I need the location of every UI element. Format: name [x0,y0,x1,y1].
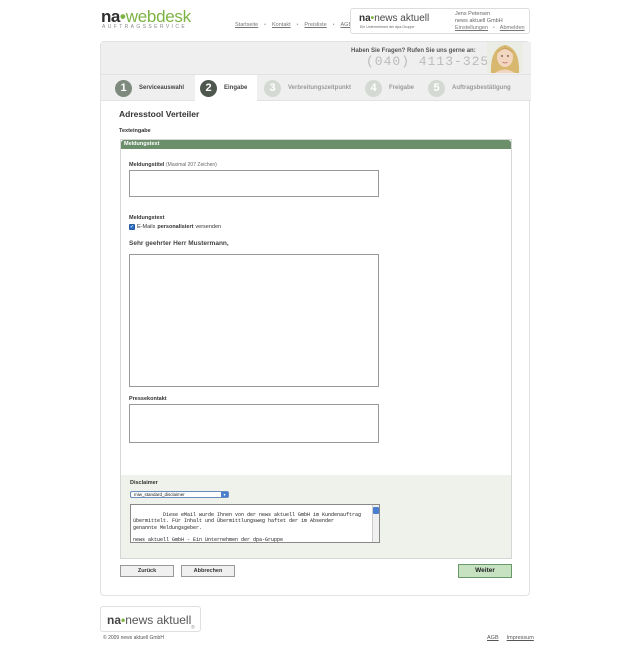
footer-links: AGB Impressum [487,635,534,641]
checkbox-label-post: versenden [195,224,222,230]
user-link-separator: • [493,25,495,31]
registered-mark: ® [191,625,195,631]
main-container: Haben Sie Fragen? Rufen Sie uns gerne an… [100,41,531,596]
user-logo-name: news aktuell [374,13,430,24]
step-eingabe: 2 Eingabe [195,75,257,101]
support-agent-photo [487,42,523,73]
disclaimer-label: Disclaimer [130,480,158,486]
copyright: © 2009 news aktuell GmbH [103,635,164,641]
body-label: Meldungstext [129,215,165,221]
footer-logo: na•news aktuell ® [100,606,201,632]
footer-impressum-link[interactable]: Impressum [507,635,534,641]
contact-label: Pressekontakt [129,396,167,402]
next-button[interactable]: Weiter [458,564,512,578]
back-button[interactable]: Zurück [120,565,174,577]
step-number: 2 [200,79,217,97]
scrollbar-thumb[interactable] [373,507,379,514]
step-number: 4 [365,79,382,97]
progress-steps: 1 Serviceauswahl 2 Eingabe 3 Verbreitung… [101,75,531,101]
settings-link[interactable]: Einstellungen [455,25,488,31]
nav-startseite[interactable]: Startseite [235,22,258,28]
cancel-button[interactable]: Abbrechen [181,565,235,577]
hotline-banner: Haben Sie Fragen? Rufen Sie uns gerne an… [101,42,531,75]
personalize-checkbox[interactable]: ✓ [129,224,135,230]
body-textarea[interactable] [129,254,379,387]
title-label-text: Meldungstitel [129,162,165,168]
footer-logo-prefix: na [107,613,122,627]
step-verbreitungszeitpunkt: 3 Verbreitungszeitpunkt [264,75,364,101]
user-info: Jens Petersen news aktuell GmbH [455,11,503,25]
salutation: Sehr geehrter Herr Mustermann, [129,240,229,247]
news-aktuell-logo: na•news aktuell Ein Unternehmen der dpa-… [359,13,430,29]
step-number: 3 [264,79,281,97]
user-company: news aktuell GmbH [455,18,503,24]
nav-separator: • [332,22,335,28]
disclaimer-scrollbar[interactable] [372,505,379,542]
step-freigabe: 4 Freigabe [365,75,425,101]
panel-header: Meldungstext [121,140,511,149]
logo-subtitle: AUFTRAGSSERVICE [102,24,188,30]
message-panel: Meldungstext Meldungstitel (Maximal 207 … [120,139,512,559]
logout-link[interactable]: Abmelden [500,25,525,31]
chevron-down-icon: ▾ [221,492,228,497]
nav-separator: • [264,22,266,28]
disclaimer-textarea[interactable]: Diese eMail wurde Ihnen von der news akt… [130,504,380,543]
step-label: Auftragsbestätigung [452,85,511,91]
step-auftragsbestaetigung: 5 Auftragsbestätigung [428,75,528,101]
step-number: 5 [428,79,445,97]
step-label: Freigabe [389,85,415,91]
hotline-number: (040) 4113-32589 [366,54,507,69]
title-input[interactable] [129,170,379,197]
webdesk-logo[interactable]: na•webdesk AUFTRAGSSERVICE [101,7,191,30]
footer-logo-name: news aktuell [125,613,192,627]
nav-separator: • [296,22,299,28]
page-title: Adresstool Verteiler [119,109,200,119]
user-links: Einstellungen • Abmelden [455,25,525,31]
step-label: Eingabe [224,85,248,91]
step-label: Serviceauswahl [139,85,185,91]
user-name: Jens Petersen [455,11,491,17]
nav-kontakt[interactable]: Kontakt [272,22,291,28]
page: na•webdesk AUFTRAGSSERVICE Startseite • … [0,0,630,646]
disclaimer-text: Diese eMail wurde Ihnen von der news akt… [133,512,362,543]
contact-textarea[interactable] [129,404,379,443]
footer-agb-link[interactable]: AGB [487,635,499,641]
step-label: Verbreitungszeitpunkt [288,85,352,91]
title-hint: (Maximal 207 Zeichen) [165,162,217,168]
disclaimer-select[interactable]: miw_standard_disclaimer ▾ [130,491,229,498]
user-logo-prefix: na [359,13,371,24]
title-label: Meldungstitel (Maximal 207 Zeichen) [129,162,217,168]
section-label: Texteingabe [119,128,151,134]
step-serviceauswahl[interactable]: 1 Serviceauswahl [115,75,195,101]
disclaimer-select-value: miw_standard_disclaimer [134,492,185,497]
user-box: na • news aktuell Ein Unternehmen der dpa-… [350,8,530,34]
disclaimer-section: Disclaimer miw_standard_disclaimer ▾ Die… [121,475,511,558]
step-number: 1 [115,79,132,97]
logo-tagline: Ein Unternehmen der dpa-Gruppe [360,25,415,29]
checkbox-label-pre: E-Mails [137,224,156,230]
personalize-option: ✓ E-Mails personalisiert versenden [129,224,221,230]
nav-preisliste[interactable]: Preisliste [304,22,326,28]
checkbox-label-bold: personalisiert [157,224,194,230]
top-nav: Startseite • Kontakt • Preisliste • AGB [235,22,352,28]
